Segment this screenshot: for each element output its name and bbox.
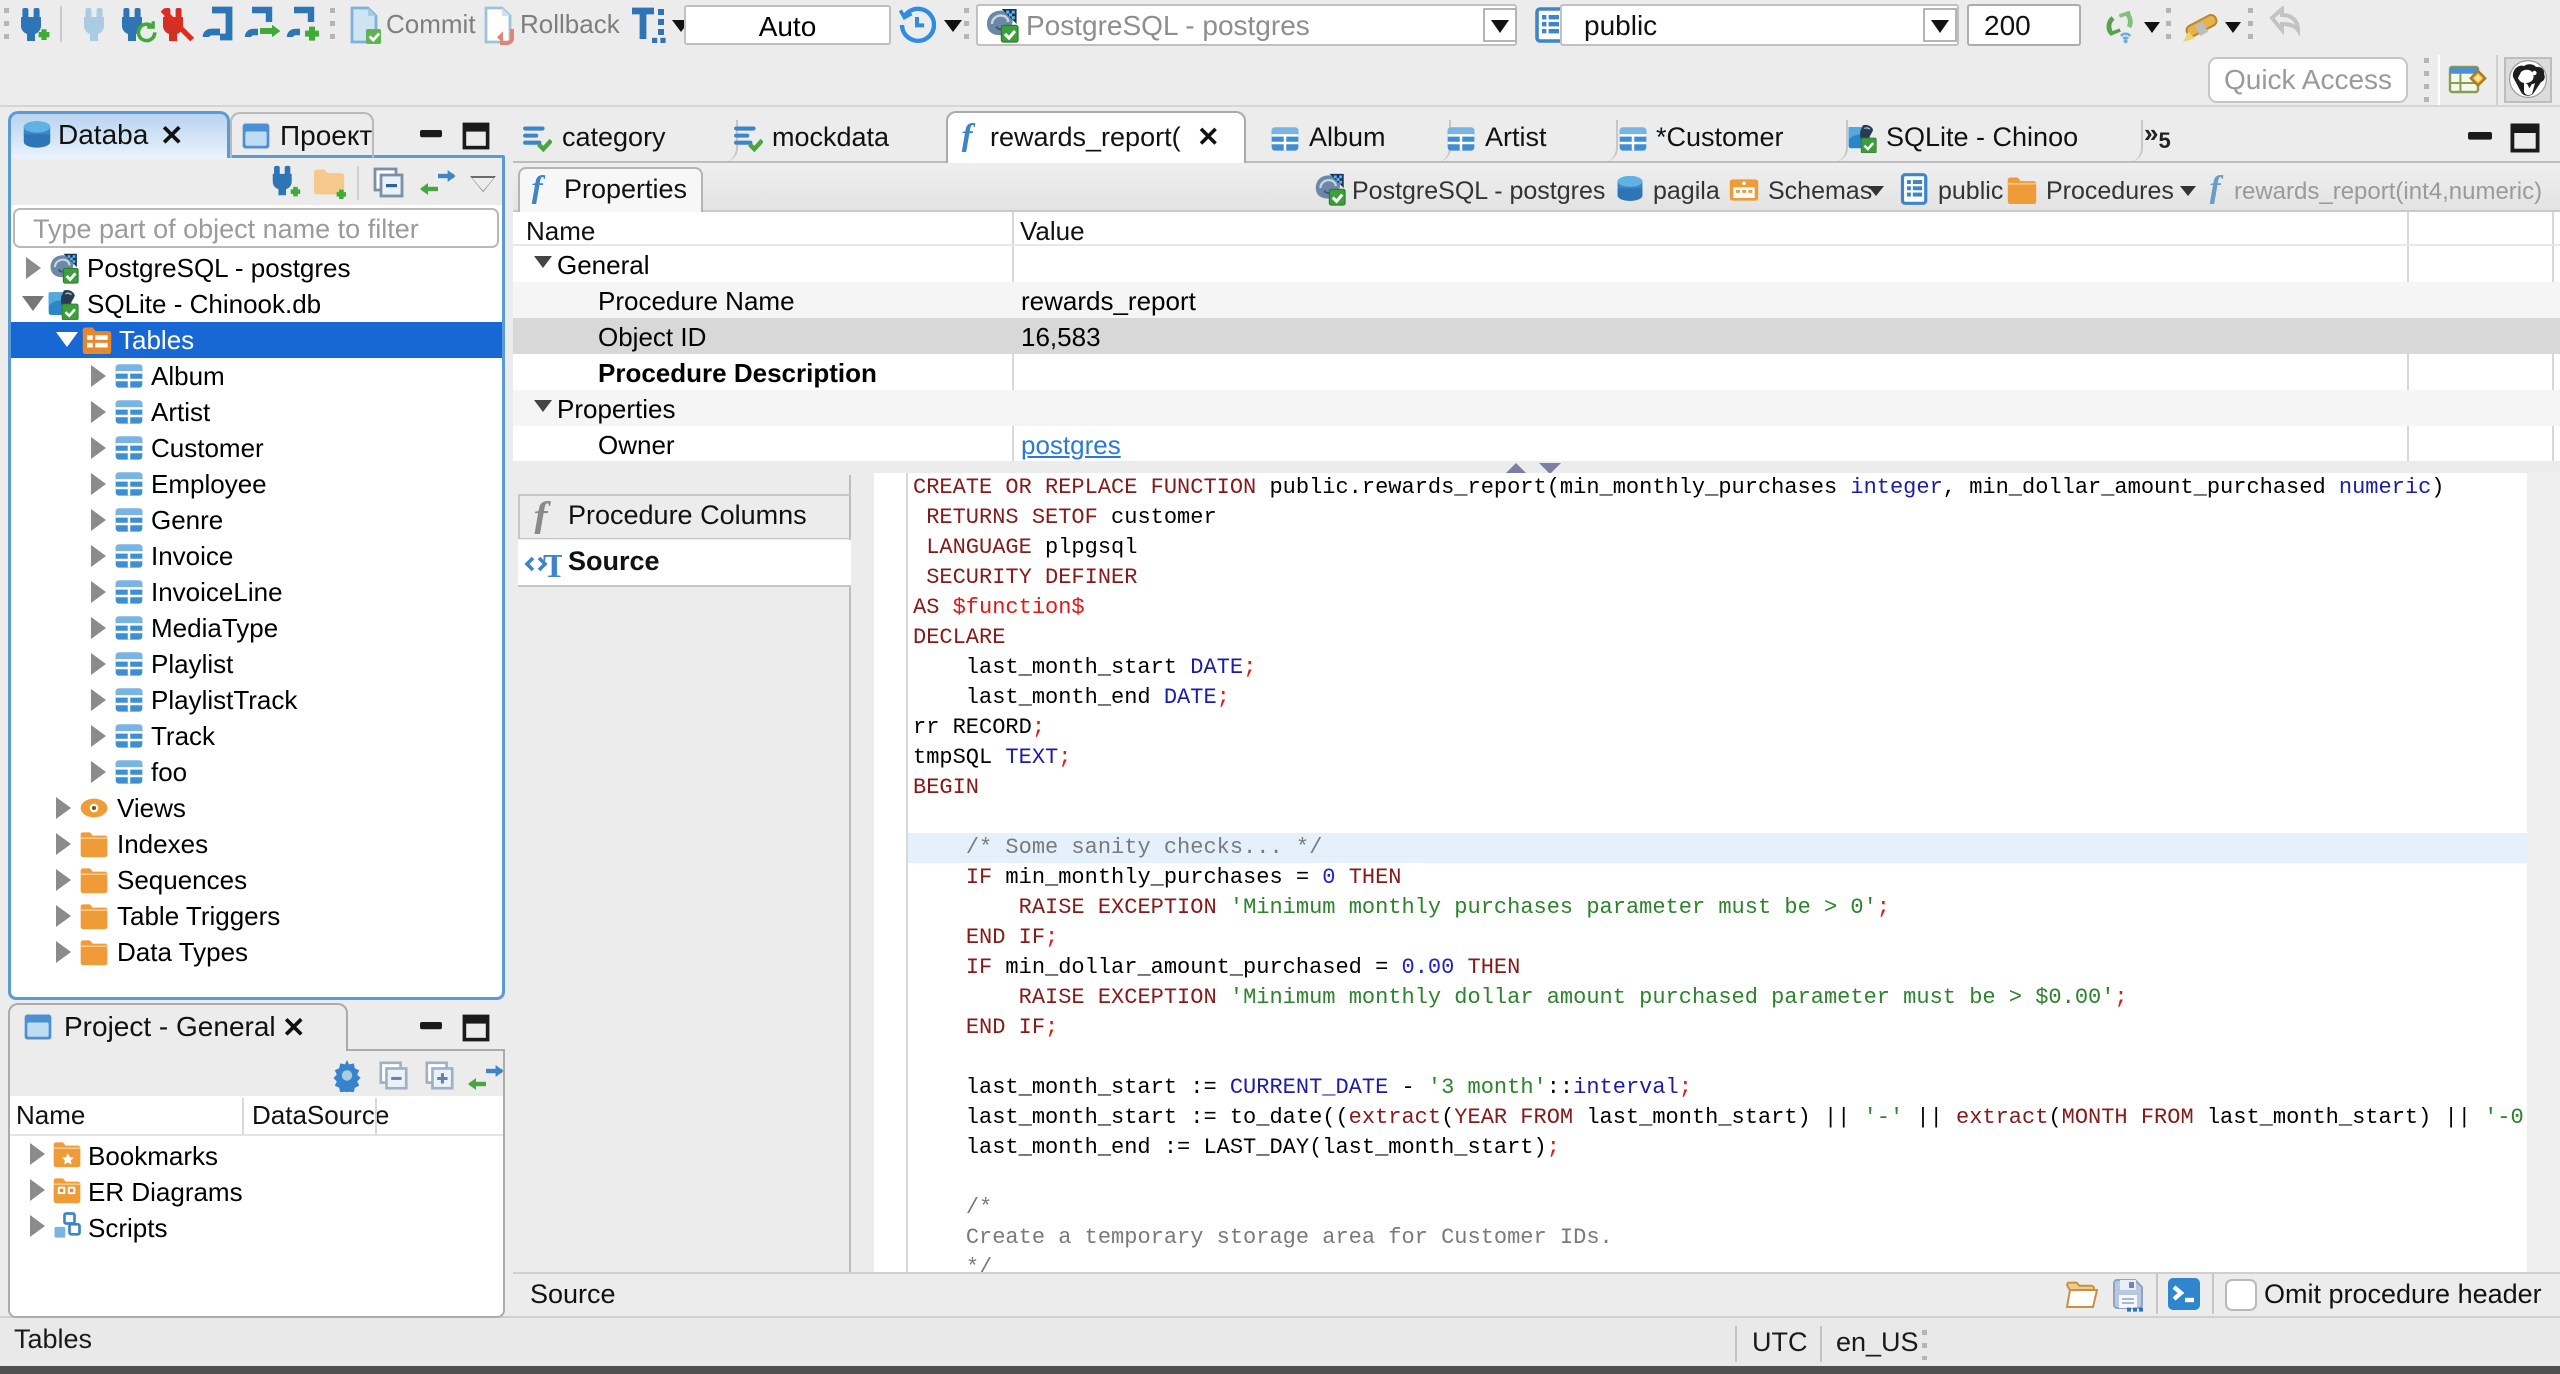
svg-text:T: T: [543, 548, 562, 582]
svg-text:f: f: [531, 172, 546, 204]
svg-text:f: f: [961, 120, 976, 152]
svg-text:f: f: [2209, 172, 2224, 204]
svg-text:f: f: [534, 498, 552, 534]
